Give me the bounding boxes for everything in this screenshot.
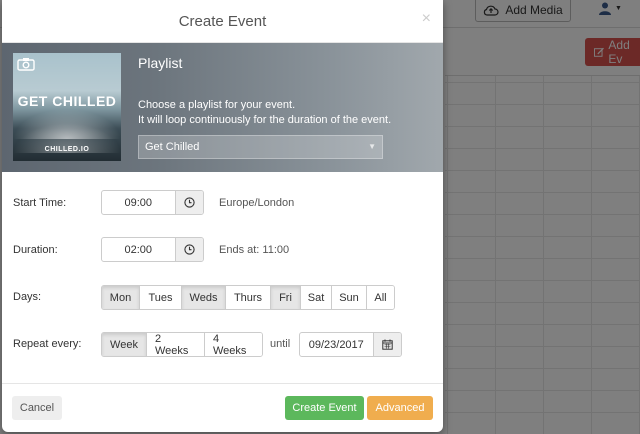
until-date-input[interactable]: 09/23/2017 <box>300 333 373 356</box>
day-toggle-all[interactable]: All <box>367 286 394 309</box>
modal-title: Create Event <box>178 12 267 30</box>
playlist-description: Choose a playlist for your event. It wil… <box>138 98 391 128</box>
playlist-heading: Playlist <box>138 55 183 71</box>
clock-icon[interactable] <box>174 191 203 214</box>
ends-at-text: Ends at: 11:00 <box>219 244 290 256</box>
repeat-option-week[interactable]: Week <box>102 333 147 356</box>
timezone-text: Europe/London <box>219 197 295 209</box>
duration-label: Duration: <box>13 244 58 256</box>
start-time-input[interactable]: 09:00 <box>102 191 175 214</box>
thumbnail-brand: CHILLED.IO <box>44 146 90 153</box>
day-toggle-thurs[interactable]: Thurs <box>226 286 271 309</box>
create-event-modal: Create Event × GET CHILLED CHILLED.IO Pl… <box>2 0 443 432</box>
close-icon[interactable]: × <box>422 10 431 28</box>
start-time-label: Start Time: <box>13 197 67 209</box>
playlist-banner: GET CHILLED CHILLED.IO Playlist Choose a… <box>2 43 443 172</box>
playlist-description-line: Choose a playlist for your event. <box>138 99 296 111</box>
days-toggle-group: Mon Tues Weds Thurs Fri Sat Sun All <box>101 285 395 310</box>
playlist-selected-value: Get Chilled <box>145 141 200 153</box>
start-time-field[interactable]: 09:00 <box>101 190 204 215</box>
day-toggle-fri[interactable]: Fri <box>271 286 301 309</box>
playlist-select[interactable]: Get Chilled ▼ <box>138 135 383 159</box>
cancel-button[interactable]: Cancel <box>12 396 62 420</box>
day-toggle-tues[interactable]: Tues <box>140 286 182 309</box>
event-form: Start Time: 09:00 Europe/London Duration… <box>2 172 443 383</box>
chevron-down-icon: ▼ <box>368 142 376 151</box>
create-event-button[interactable]: Create Event <box>285 396 364 420</box>
repeat-label: Repeat every: <box>13 338 82 350</box>
duration-input[interactable]: 02:00 <box>102 238 175 261</box>
duration-field[interactable]: 02:00 <box>101 237 204 262</box>
day-toggle-sun[interactable]: Sun <box>332 286 367 309</box>
modal-footer: Cancel Create Event Advanced <box>2 383 443 432</box>
day-toggle-mon[interactable]: Mon <box>102 286 140 309</box>
thumbnail-title: GET CHILLED <box>17 93 117 109</box>
advanced-button[interactable]: Advanced <box>367 396 433 420</box>
calendar-icon[interactable] <box>372 333 401 356</box>
repeat-toggle-group: Week 2 Weeks 4 Weeks <box>101 332 263 357</box>
playlist-thumbnail[interactable]: GET CHILLED CHILLED.IO <box>13 53 121 161</box>
days-label: Days: <box>13 291 42 303</box>
day-toggle-sat[interactable]: Sat <box>301 286 332 309</box>
until-date-field[interactable]: 09/23/2017 <box>299 332 402 357</box>
camera-icon[interactable] <box>17 57 35 71</box>
day-toggle-weds[interactable]: Weds <box>182 286 226 309</box>
playlist-description-line: It will loop continuously for the durati… <box>138 114 392 126</box>
until-label: until <box>270 338 291 350</box>
modal-header: Create Event × <box>2 0 443 43</box>
clock-icon[interactable] <box>174 238 203 261</box>
repeat-option-4-weeks[interactable]: 4 Weeks <box>205 333 262 356</box>
repeat-option-2-weeks[interactable]: 2 Weeks <box>147 333 205 356</box>
